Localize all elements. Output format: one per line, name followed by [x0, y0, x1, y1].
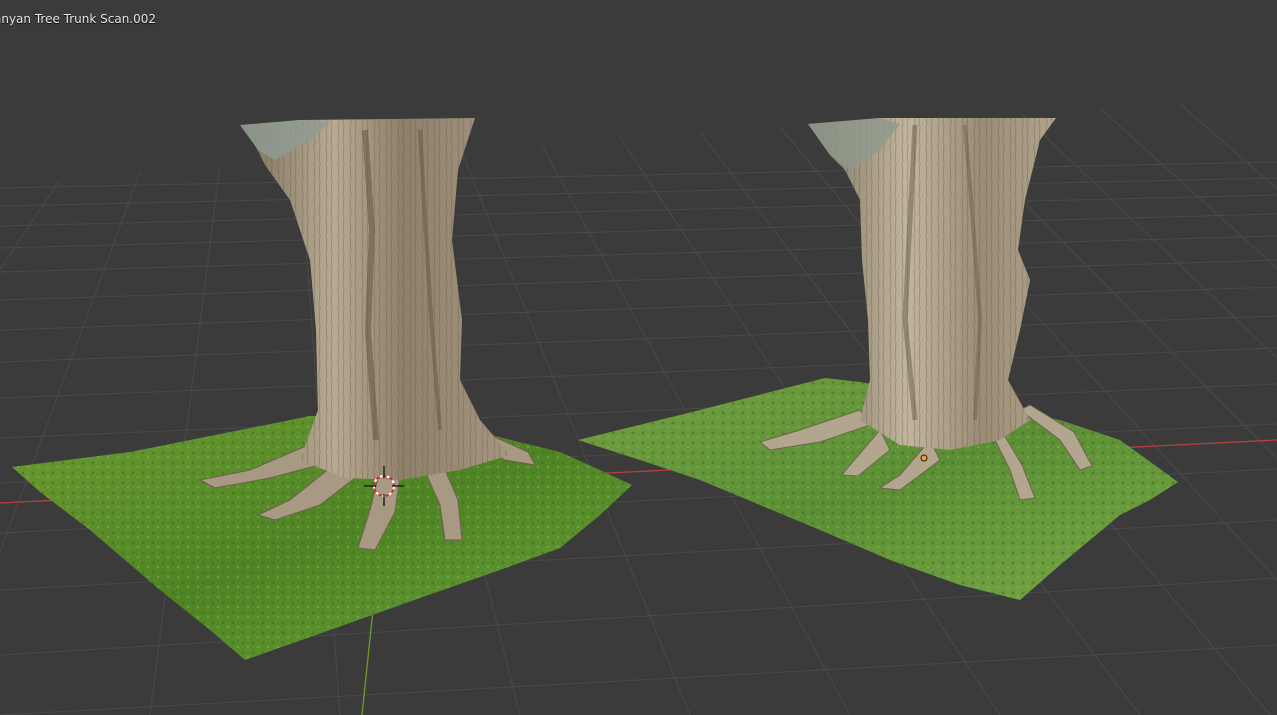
- object-origin-dot: [920, 454, 928, 462]
- viewport-scene[interactable]: [0, 0, 1277, 715]
- floor-grid: [0, 103, 1277, 715]
- tree-trunk-scan-right[interactable]: [578, 118, 1178, 600]
- 3d-viewport[interactable]: anyan Tree Trunk Scan.002: [0, 0, 1277, 715]
- active-object-label: anyan Tree Trunk Scan.002: [0, 12, 157, 26]
- tree-trunk-scan-left[interactable]: [12, 118, 632, 660]
